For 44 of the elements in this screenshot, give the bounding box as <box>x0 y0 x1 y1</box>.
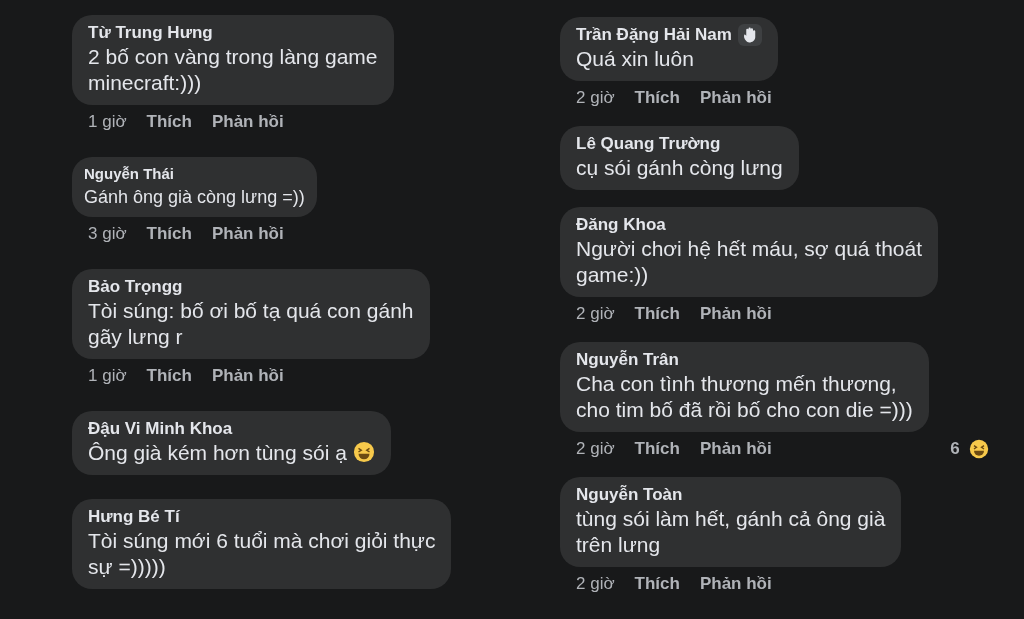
like-link[interactable]: Thích <box>634 438 680 460</box>
like-link[interactable]: Thích <box>146 223 192 245</box>
comment-text: Cha con tình thương mến thương, cho tim bố đã rồi bố cho con die =))) <box>576 371 913 423</box>
reply-link[interactable]: Phản hồi <box>211 223 284 245</box>
like-link[interactable]: Thích <box>634 303 680 325</box>
laughing-emoji-icon <box>968 439 989 459</box>
laughing-emoji-icon <box>352 441 375 463</box>
commenter-name[interactable]: Đậu Vi Minh Khoa <box>88 418 233 440</box>
commenter-name[interactable]: Đăng Khoa <box>576 214 666 236</box>
like-link[interactable]: Thích <box>634 573 680 595</box>
like-link[interactable]: Thích <box>146 365 192 387</box>
commenter-name[interactable]: Trần Đặng Hải Nam <box>576 24 732 46</box>
comment-text: Ông già kém hơn tùng sói ạ <box>88 440 375 466</box>
comment-time: 1 giờ <box>88 365 127 387</box>
comment-time: 2 giờ <box>576 438 615 460</box>
reply-link[interactable]: Phản hồi <box>699 87 772 109</box>
comment-text: Tòi súng mới 6 tuổi mà chơi giỏi thực sự =))))) <box>88 528 436 580</box>
reply-link[interactable]: Phản hồi <box>699 438 772 460</box>
reply-link[interactable]: Phản hồi <box>211 365 284 387</box>
commenter-name[interactable]: Hưng Bé Tí <box>88 506 180 528</box>
commenter-name[interactable]: Từ Trung Hưng <box>88 22 213 44</box>
commenter-name[interactable]: Nguyễn Thái <box>84 163 174 185</box>
comment-time: 1 giờ <box>88 111 127 133</box>
comment-text: Gánh ông già còng lưng =)) <box>84 186 305 209</box>
comment-text: tùng sói làm hết, gánh cả ông già trên lưng <box>576 506 886 558</box>
comment-text: Tòi súng: bố ơi bố tạ quá con gánh gãy lưng r <box>88 298 414 350</box>
comment-text: Người chơi hệ hết máu, sợ quá thoát game:)) <box>576 236 923 288</box>
comment-time: 2 giờ <box>576 87 615 109</box>
reply-link[interactable]: Phản hồi <box>211 111 284 133</box>
comment-time: 3 giờ <box>88 223 127 245</box>
comment-text: Quá xin luôn <box>576 46 695 72</box>
reply-link[interactable]: Phản hồi <box>699 303 772 325</box>
commenter-name[interactable]: Nguyễn Toàn <box>576 484 683 506</box>
commenter-name[interactable]: Nguyễn Trân <box>576 349 679 371</box>
comment-time: 2 giờ <box>576 303 615 325</box>
reply-link[interactable]: Phản hồi <box>699 573 772 595</box>
comment-time: 2 giờ <box>576 573 615 595</box>
comment-text: 2 bố con vàng trong làng game minecraft:))) <box>88 44 378 96</box>
like-link[interactable]: Thích <box>634 87 680 109</box>
commenter-name[interactable]: Lê Quang Trường <box>576 133 721 155</box>
reaction-count: 6 <box>950 438 960 460</box>
commenter-name[interactable]: Bảo Trọngg <box>88 276 183 298</box>
comment-text: cụ sói gánh còng lưng <box>576 155 783 181</box>
like-link[interactable]: Thích <box>146 111 192 133</box>
